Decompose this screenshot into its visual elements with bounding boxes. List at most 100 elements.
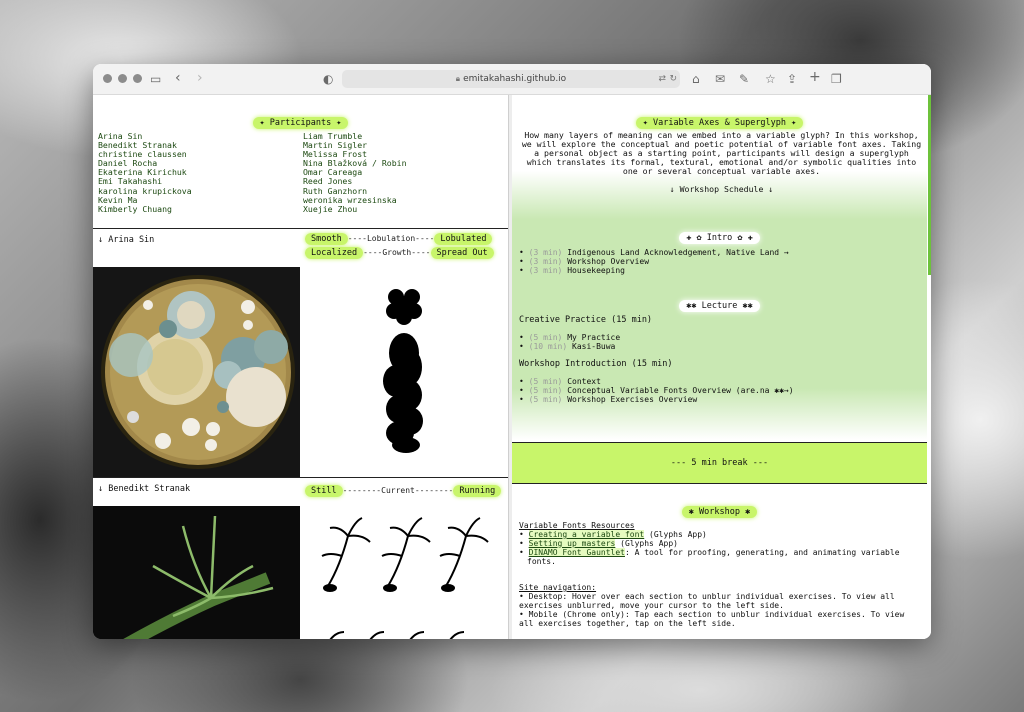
intro-title: ✚ ✿ Intro ✿ ✚ <box>512 225 927 244</box>
mail-icon[interactable]: ✉ <box>715 70 725 88</box>
notes-icon[interactable]: ✎ <box>739 70 749 88</box>
intro-list: • (3 min) Indigenous Land Acknowledgemen… <box>519 248 789 275</box>
page-content: ✦ Participants ✦ Arina Sin Benedikt Stra… <box>93 95 931 639</box>
participant-heading: ↓ Arina Sin <box>98 235 155 245</box>
participants-title: ✦ Participants ✦ <box>93 110 508 129</box>
new-tab-icon[interactable]: + <box>809 68 821 86</box>
url-text: emitakahashi.github.io <box>463 74 567 84</box>
item-text: Housekeeping <box>567 266 625 275</box>
axis-name: ----Growth---- <box>363 248 431 257</box>
list-item: • (5 min) Conceptual Variable Fonts Over… <box>519 386 794 395</box>
tab-overview-icon[interactable]: ❐ <box>831 70 842 88</box>
item-text: Kasi-Buwa <box>572 342 616 351</box>
axis-max-label: Spread Out <box>430 247 494 259</box>
lecture-title-pill: ✱✱ Lecture ✱✱ <box>679 300 760 312</box>
nav-desktop-text: • Desktop: Hover over each section to un… <box>519 592 895 610</box>
scroll-indicator[interactable] <box>928 95 931 275</box>
item-text[interactable]: Indigenous Land Acknowledgement, Native … <box>567 248 789 257</box>
participants-section: ✦ Participants ✦ Arina Sin Benedikt Stra… <box>93 95 508 229</box>
creative-list: • (5 min) My Practice • (10 min) Kasi-Bu… <box>519 333 620 351</box>
browser-window: ▭ ‹ › ◐ 🔒︎ emitakahashi.github.io ⇄ ↻ ⌂ ✉… <box>93 64 931 639</box>
participant-heading: ↓ Benedikt Stranak <box>98 484 191 494</box>
item-text[interactable]: Conceptual Variable Fonts Overview (are.… <box>567 386 793 395</box>
superglyph-preview <box>300 506 508 639</box>
forward-icon[interactable]: › <box>197 69 203 87</box>
arina-exercise-row[interactable] <box>93 267 508 477</box>
resource-link[interactable]: DINAMO Font Gauntlet <box>528 548 625 557</box>
item-text: Workshop Overview <box>567 257 650 266</box>
workshop-title-pill: ✱ Workshop ✱ <box>681 506 758 518</box>
intro-paragraph: How many layers of meaning can we embed … <box>521 130 922 176</box>
resource-item: • DINAMO Font Gauntlet: A tool for proof… <box>519 548 900 566</box>
list-item: • (3 min) Indigenous Land Acknowledgemen… <box>519 248 789 257</box>
superglyph-preview <box>300 267 508 477</box>
site-navigation-heading: Site navigation: <box>519 583 597 592</box>
arina-header-row: ↓ Arina Sin Smooth ----Lobulation---- Lobu… <box>93 228 508 268</box>
axis-min-label: Localized <box>305 247 364 259</box>
intro-title-pill: ✚ ✿ Intro ✿ ✚ <box>679 232 760 244</box>
hydra-photo <box>93 506 300 639</box>
axis-name: --------Current-------- <box>342 486 454 495</box>
axis-max-label: Lobulated <box>434 233 493 245</box>
main-title: ✦ Variable Axes & Superglyph ✦ <box>512 110 927 129</box>
close-window-button[interactable] <box>103 74 112 83</box>
sidebar-icon[interactable]: ▭ <box>150 70 161 88</box>
creative-practice-heading: Creative Practice (15 min) <box>519 315 653 325</box>
participants-title-pill: ✦ Participants ✦ <box>252 117 349 129</box>
back-icon[interactable]: ‹ <box>175 69 181 87</box>
duration-label: (5 min) <box>528 395 563 404</box>
nav-mobile-text: • Mobile (Chrome only): Tap each section… <box>519 610 905 628</box>
resource-note: (Glyphs App) <box>644 530 707 539</box>
duration-label: (3 min) <box>528 248 563 257</box>
duration-label: (10 min) <box>528 342 568 351</box>
left-panel[interactable]: ✦ Participants ✦ Arina Sin Benedikt Stra… <box>93 95 508 639</box>
duration-label: (5 min) <box>528 386 563 395</box>
participant-name[interactable]: Xuejie Zhou <box>303 204 407 214</box>
schedule-link[interactable]: ↓ Workshop Schedule ↓ <box>520 185 923 194</box>
privacy-shield-icon[interactable]: ◐ <box>323 70 333 88</box>
bookmark-star-icon[interactable]: ☆ <box>765 70 776 88</box>
home-icon[interactable]: ⌂ <box>692 70 700 88</box>
zoom-window-button[interactable] <box>133 74 142 83</box>
resource-item: • Setting up masters (Glyphs App) <box>519 539 678 548</box>
resource-link[interactable]: Creating a variable font <box>528 530 645 539</box>
resource-link[interactable]: Setting up masters <box>528 539 616 548</box>
resources-list: • Creating a variable font (Glyphs App) … <box>519 530 924 566</box>
current-axis: Still --------Current-------- Running <box>305 485 502 497</box>
minimize-window-button[interactable] <box>118 74 127 83</box>
browser-toolbar: ▭ ‹ › ◐ 🔒︎ emitakahashi.github.io ⇄ ↻ ⌂ ✉… <box>93 64 931 95</box>
list-item: • (5 min) My Practice <box>519 333 621 342</box>
item-text: Context <box>567 377 601 386</box>
list-item: • (3 min) Housekeeping <box>519 266 625 275</box>
main-title-pill: ✦ Variable Axes & Superglyph ✦ <box>635 117 804 129</box>
item-text: My Practice <box>567 333 621 342</box>
axis-max-label: Running <box>453 485 502 497</box>
list-item: • (5 min) Workshop Exercises Overview <box>519 395 698 404</box>
benedikt-exercise-row[interactable] <box>93 506 508 639</box>
right-panel[interactable]: ✦ Variable Axes & Superglyph ✦ How many … <box>512 95 931 639</box>
item-text: Workshop Exercises Overview <box>567 395 698 404</box>
reload-icon[interactable]: ↻ <box>669 70 677 88</box>
window-controls[interactable] <box>103 74 142 83</box>
list-item: • (5 min) Context <box>519 377 601 386</box>
petri-dish-photo <box>93 267 300 477</box>
workshop-intro-list: • (5 min) Context • (5 min) Conceptual V… <box>519 377 794 404</box>
lock-icon: 🔒︎ <box>455 74 461 83</box>
lecture-title: ✱✱ Lecture ✱✱ <box>512 293 927 312</box>
workshop-title: ✱ Workshop ✱ <box>512 499 927 518</box>
translate-icon[interactable]: ⇄ <box>658 70 666 88</box>
axis-name: ----Lobulation---- <box>347 234 435 243</box>
axis-min-label: Smooth <box>305 233 348 245</box>
resource-item: • Creating a variable font (Glyphs App) <box>519 530 707 539</box>
address-bar[interactable]: 🔒︎ emitakahashi.github.io ⇄ ↻ <box>342 70 680 88</box>
duration-label: (3 min) <box>528 257 563 266</box>
participants-col-2: Liam Trumble Martin Sigler Melissa Frost… <box>303 131 407 214</box>
list-item: • (10 min) Kasi-Buwa <box>519 342 616 351</box>
workshop-intro-heading: Workshop Introduction (15 min) <box>519 359 673 369</box>
growth-axis: Localized ----Growth---- Spread Out <box>305 247 494 259</box>
participants-col-1: Arina Sin Benedikt Stranak christine cla… <box>98 131 192 214</box>
participant-name[interactable]: Kimberly Chuang <box>98 204 192 214</box>
resources-heading: Variable Fonts Resources <box>519 521 635 530</box>
share-icon[interactable]: ⇪ <box>787 70 797 88</box>
list-item: • (3 min) Workshop Overview <box>519 257 650 266</box>
